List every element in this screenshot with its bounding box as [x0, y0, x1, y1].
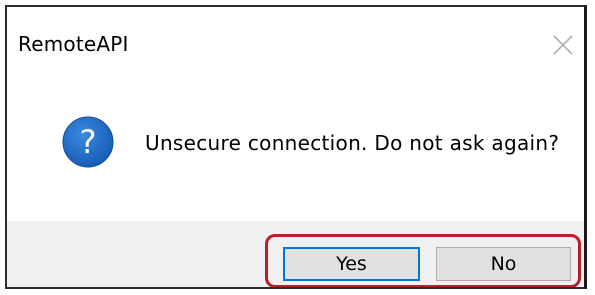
window-title: RemoteAPI — [18, 32, 129, 56]
question-icon: ? — [62, 116, 114, 168]
no-button[interactable]: No — [436, 247, 571, 281]
close-icon[interactable] — [550, 32, 576, 58]
dialog-window: RemoteAPI ? Unsecure connection. Do not — [5, 5, 587, 289]
title-bar: RemoteAPI — [7, 7, 584, 69]
message-text: Unsecure connection. Do not ask again? — [145, 131, 560, 155]
svg-text:?: ? — [80, 123, 97, 161]
message-area: ? Unsecure connection. Do not ask again? — [7, 69, 584, 229]
yes-button[interactable]: Yes — [283, 247, 420, 281]
button-bar: Yes No — [7, 221, 584, 287]
